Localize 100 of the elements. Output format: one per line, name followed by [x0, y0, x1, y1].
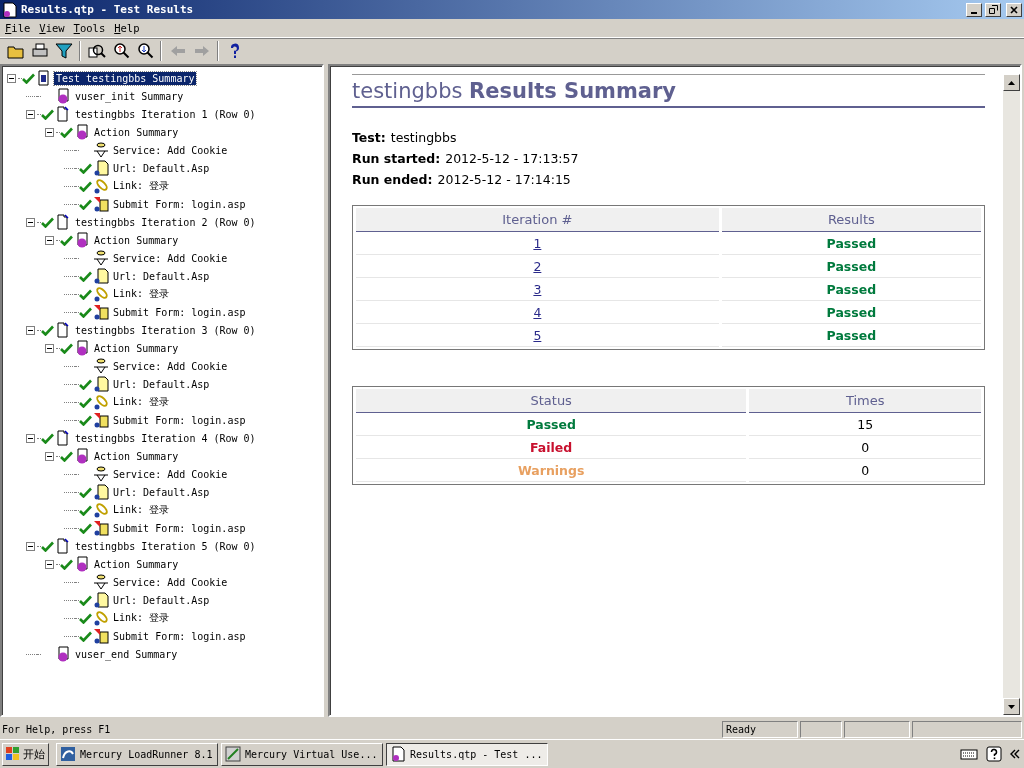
script-icon: [74, 448, 90, 464]
check-icon: [79, 414, 92, 426]
tree-item[interactable]: Action Summary: [92, 341, 181, 355]
script-icon: [74, 124, 90, 140]
status-pane: [800, 720, 842, 738]
tree-item[interactable]: Submit Form: login.asp: [111, 521, 248, 535]
tree-item[interactable]: Service: Add Cookie: [111, 251, 230, 265]
restore-button[interactable]: [985, 2, 1001, 17]
tree-item[interactable]: Url: Default.Asp: [111, 377, 212, 391]
tree-item[interactable]: Action Summary: [92, 125, 181, 139]
iteration-link[interactable]: 5: [533, 327, 542, 343]
menu-item[interactable]: Tools: [70, 22, 112, 34]
menu-item[interactable]: Help: [111, 22, 146, 34]
check-icon: [79, 180, 92, 192]
minimize-button[interactable]: [966, 2, 982, 17]
iteration-link[interactable]: 2: [533, 258, 542, 274]
printer-icon: [30, 42, 49, 60]
check-icon: [41, 324, 54, 336]
collapse-toggle[interactable]: [45, 559, 54, 569]
taskbar-button[interactable]: Results.qtp - Test ...: [386, 742, 548, 766]
tree-item[interactable]: Link: 登录: [111, 502, 172, 518]
check-icon: [41, 540, 54, 552]
check-icon: [79, 486, 92, 498]
magnifier-up-icon: [111, 42, 130, 60]
collapse-toggle[interactable]: [26, 433, 35, 443]
table-cell: 0: [749, 436, 981, 459]
tree-item[interactable]: Service: Add Cookie: [111, 359, 230, 373]
collapse-toggle[interactable]: [7, 73, 16, 83]
tree-item[interactable]: Link: 登录: [111, 394, 172, 410]
taskbar-button[interactable]: Mercury LoadRunner 8.1: [56, 742, 218, 766]
check-icon: [79, 594, 92, 606]
collapse-toggle[interactable]: [45, 235, 54, 245]
tree-item[interactable]: Submit Form: login.asp: [111, 197, 248, 211]
tree-item[interactable]: testingbbs Iteration 2 (Row 0): [73, 215, 258, 229]
tree-item[interactable]: Url: Default.Asp: [111, 161, 212, 175]
coin-stack-icon: [93, 358, 109, 374]
tree-item[interactable]: testingbbs Iteration 3 (Row 0): [73, 323, 258, 337]
collapse-toggle[interactable]: [45, 127, 54, 137]
tree-item[interactable]: testingbbs Iteration 1 (Row 0): [73, 107, 258, 121]
keyboard-icon[interactable]: [960, 748, 978, 760]
iteration-link[interactable]: 1: [533, 235, 542, 251]
status-text: Failed: [530, 439, 573, 455]
taskbar-button[interactable]: Mercury Virtual Use...: [221, 742, 383, 766]
column-header: Iteration #: [356, 208, 719, 232]
check-icon: [79, 378, 92, 390]
tree-item[interactable]: Service: Add Cookie: [111, 467, 230, 481]
toolbar-button[interactable]: [52, 40, 75, 62]
tree-item[interactable]: Submit Form: login.asp: [111, 413, 248, 427]
start-button[interactable]: 开始: [2, 742, 49, 766]
check-icon: [79, 306, 92, 318]
menu-item[interactable]: File: [2, 22, 37, 34]
tree-item[interactable]: Submit Form: login.asp: [111, 629, 248, 643]
info-label: Run ended:: [352, 172, 433, 187]
script-icon: [74, 556, 90, 572]
tree-item[interactable]: Url: Default.Asp: [111, 269, 212, 283]
collapse-toggle[interactable]: [26, 325, 35, 335]
tree-item[interactable]: Service: Add Cookie: [111, 143, 230, 157]
tree-item[interactable]: Link: 登录: [111, 286, 172, 302]
iteration-link[interactable]: 3: [533, 281, 542, 297]
scroll-down-button[interactable]: [1003, 698, 1020, 715]
coin-stack-icon: [93, 142, 109, 158]
collapse-toggle[interactable]: [45, 343, 54, 353]
column-header: Times: [749, 389, 981, 413]
tree-item[interactable]: Link: 登录: [111, 610, 172, 626]
collapse-toggle[interactable]: [45, 451, 54, 461]
collapse-toggle[interactable]: [26, 541, 35, 551]
iteration-link[interactable]: 4: [533, 304, 542, 320]
chevron-left-icon[interactable]: [1010, 749, 1020, 759]
coin-stack-icon: [93, 574, 109, 590]
check-icon: [22, 72, 35, 84]
script-icon: [74, 340, 90, 356]
triangle-down-icon: [1008, 704, 1015, 709]
tree-item[interactable]: vuser_end Summary: [73, 647, 180, 661]
tree-item[interactable]: Link: 登录: [111, 178, 172, 194]
help-icon[interactable]: [986, 746, 1002, 762]
tree-item[interactable]: vuser_init Summary: [73, 89, 186, 103]
tree-item[interactable]: Action Summary: [92, 557, 181, 571]
scrollbar[interactable]: [1003, 74, 1020, 715]
scroll-up-button[interactable]: [1003, 74, 1020, 91]
check-icon: [79, 162, 92, 174]
tree-item[interactable]: Action Summary: [92, 233, 181, 247]
script-icon: [36, 70, 52, 86]
tree-item[interactable]: testingbbs Iteration 4 (Row 0): [73, 431, 258, 445]
collapse-toggle[interactable]: [26, 109, 35, 119]
menu-item[interactable]: View: [36, 22, 71, 34]
tree-item[interactable]: Service: Add Cookie: [111, 575, 230, 589]
tree-item[interactable]: Url: Default.Asp: [111, 485, 212, 499]
collapse-toggle[interactable]: [26, 217, 35, 227]
tree-item[interactable]: testingbbs Iteration 5 (Row 0): [73, 539, 258, 553]
check-icon: [79, 288, 92, 300]
tree-item[interactable]: Url: Default.Asp: [111, 593, 212, 607]
form-icon: [93, 520, 109, 536]
close-button[interactable]: [1006, 2, 1022, 17]
filter-icon: [54, 42, 73, 60]
tree-item[interactable]: Submit Form: login.asp: [111, 305, 248, 319]
column-header: Results: [721, 208, 981, 232]
info-label: Test:: [352, 130, 386, 145]
tree-item[interactable]: Action Summary: [92, 449, 181, 463]
check-icon: [79, 396, 92, 408]
tree-item[interactable]: Test testingbbs Summary: [54, 71, 197, 85]
